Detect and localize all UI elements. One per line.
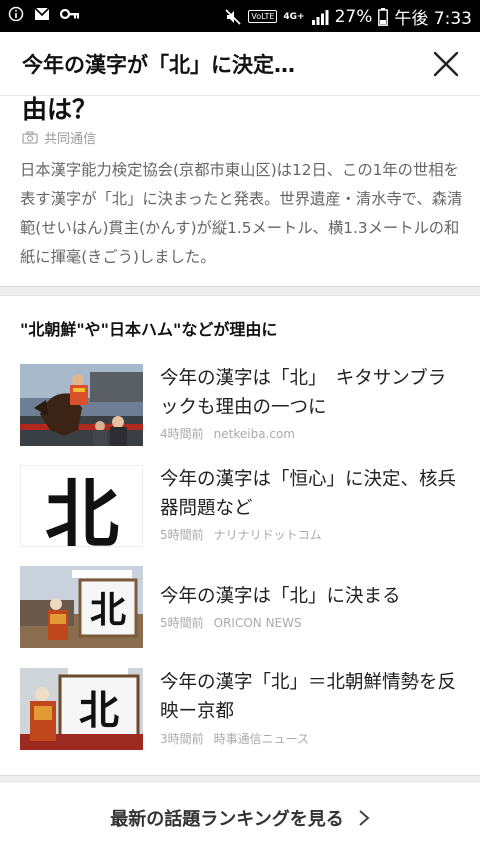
related-thumbnail-kanji: 北 [20,465,143,547]
close-button[interactable] [430,48,462,80]
mail-icon [34,7,50,21]
key-icon [60,8,80,20]
info-icon [8,6,24,22]
related-thumbnail-horse [20,364,143,446]
related-item-source: ORICON NEWS [213,616,302,630]
status-bar-left [8,6,80,22]
related-item-time: 4時間前 [160,427,204,441]
clock: 午後 7:33 [394,9,472,29]
status-bar-right: VoLTE 4G+ 27% 午後 7:33 [224,4,472,29]
related-item-title: 今年の漢字「北」＝北朝鮮情勢を反映ー京都 [160,672,457,722]
related-heading: "北朝鮮"や"日本ハム"などが理由に [20,320,278,339]
related-thumbnail-calligraphy: 北 [20,668,143,750]
related-item-meta: 4時間前 netkeiba.com [160,425,295,442]
section-divider [0,286,480,296]
related-item-time: 5時間前 [160,528,204,542]
article-source-row: 共同通信 [22,128,96,147]
article-card[interactable]: 由は？ 共同通信 日本漢字能力検定協会(京都市東山区)は12日、この1年の世相を… [0,96,480,284]
signal-strength-icon [311,9,329,25]
status-bar: VoLTE 4G+ 27% 午後 7:33 [0,0,480,32]
related-item-title: 今年の漢字は「北」に決まる [160,586,401,607]
article-header: 今年の漢字が「北」に決定… [0,32,480,96]
ranking-link[interactable]: 最新の話題ランキングを見る [0,783,480,853]
related-item-time: 5時間前 [160,616,204,630]
related-item[interactable]: 北 今年の漢字は「恒心」に決定、核兵器問題など 5時間前 ナリナリドットコム [0,465,480,555]
related-item-source: ナリナリドットコム [213,528,322,542]
related-item-time: 3時間前 [160,732,204,746]
footer-divider [0,775,480,783]
related-item[interactable]: 北 今年の漢字は「北」に決まる 5時間前 ORICON NEWS [0,566,480,656]
related-thumbnail-temple: 北 [20,566,143,648]
related-item-meta: 5時間前 ナリナリドットコム [160,526,322,543]
thumbnail-kanji-glyph: 北 [90,589,126,631]
related-item[interactable]: 北 今年の漢字「北」＝北朝鮮情勢を反映ー京都 3時間前 時事通信ニュース [0,668,480,758]
thumbnail-kanji-glyph: 北 [79,687,119,734]
related-item-meta: 3時間前 時事通信ニュース [160,730,309,747]
related-item-meta: 5時間前 ORICON NEWS [160,614,302,631]
battery-icon [378,7,389,26]
camera-icon [22,131,38,144]
article-body: 日本漢字能力検定協会(京都市東山区)は12日、この1年の世相を表す漢字が「北」に… [20,161,463,266]
header-title: 今年の漢字が「北」に決定… [22,53,295,77]
network-type-label: 4G+ [283,11,305,22]
article-title-tail: 由は？ [22,96,98,124]
volte-badge: VoLTE [248,10,278,23]
chevron-right-icon [359,810,370,826]
related-item-title: 今年の漢字は「北」 キタサンブラックも理由の一つに [160,368,447,418]
related-item-source: netkeiba.com [213,427,295,441]
related-item-source: 時事通信ニュース [213,732,310,746]
ranking-link-label: 最新の話題ランキングを見る [110,809,344,830]
article-source: 共同通信 [44,132,97,147]
related-item-title: 今年の漢字は「恒心」に決定、核兵器問題など [160,469,457,519]
related-item[interactable]: 今年の漢字は「北」 キタサンブラックも理由の一つに 4時間前 netkeiba.c… [0,364,480,454]
thumbnail-kanji-glyph: 北 [45,472,119,547]
battery-percent: 27% [334,6,373,27]
close-icon[interactable] [430,48,462,80]
mute-icon [224,8,242,26]
